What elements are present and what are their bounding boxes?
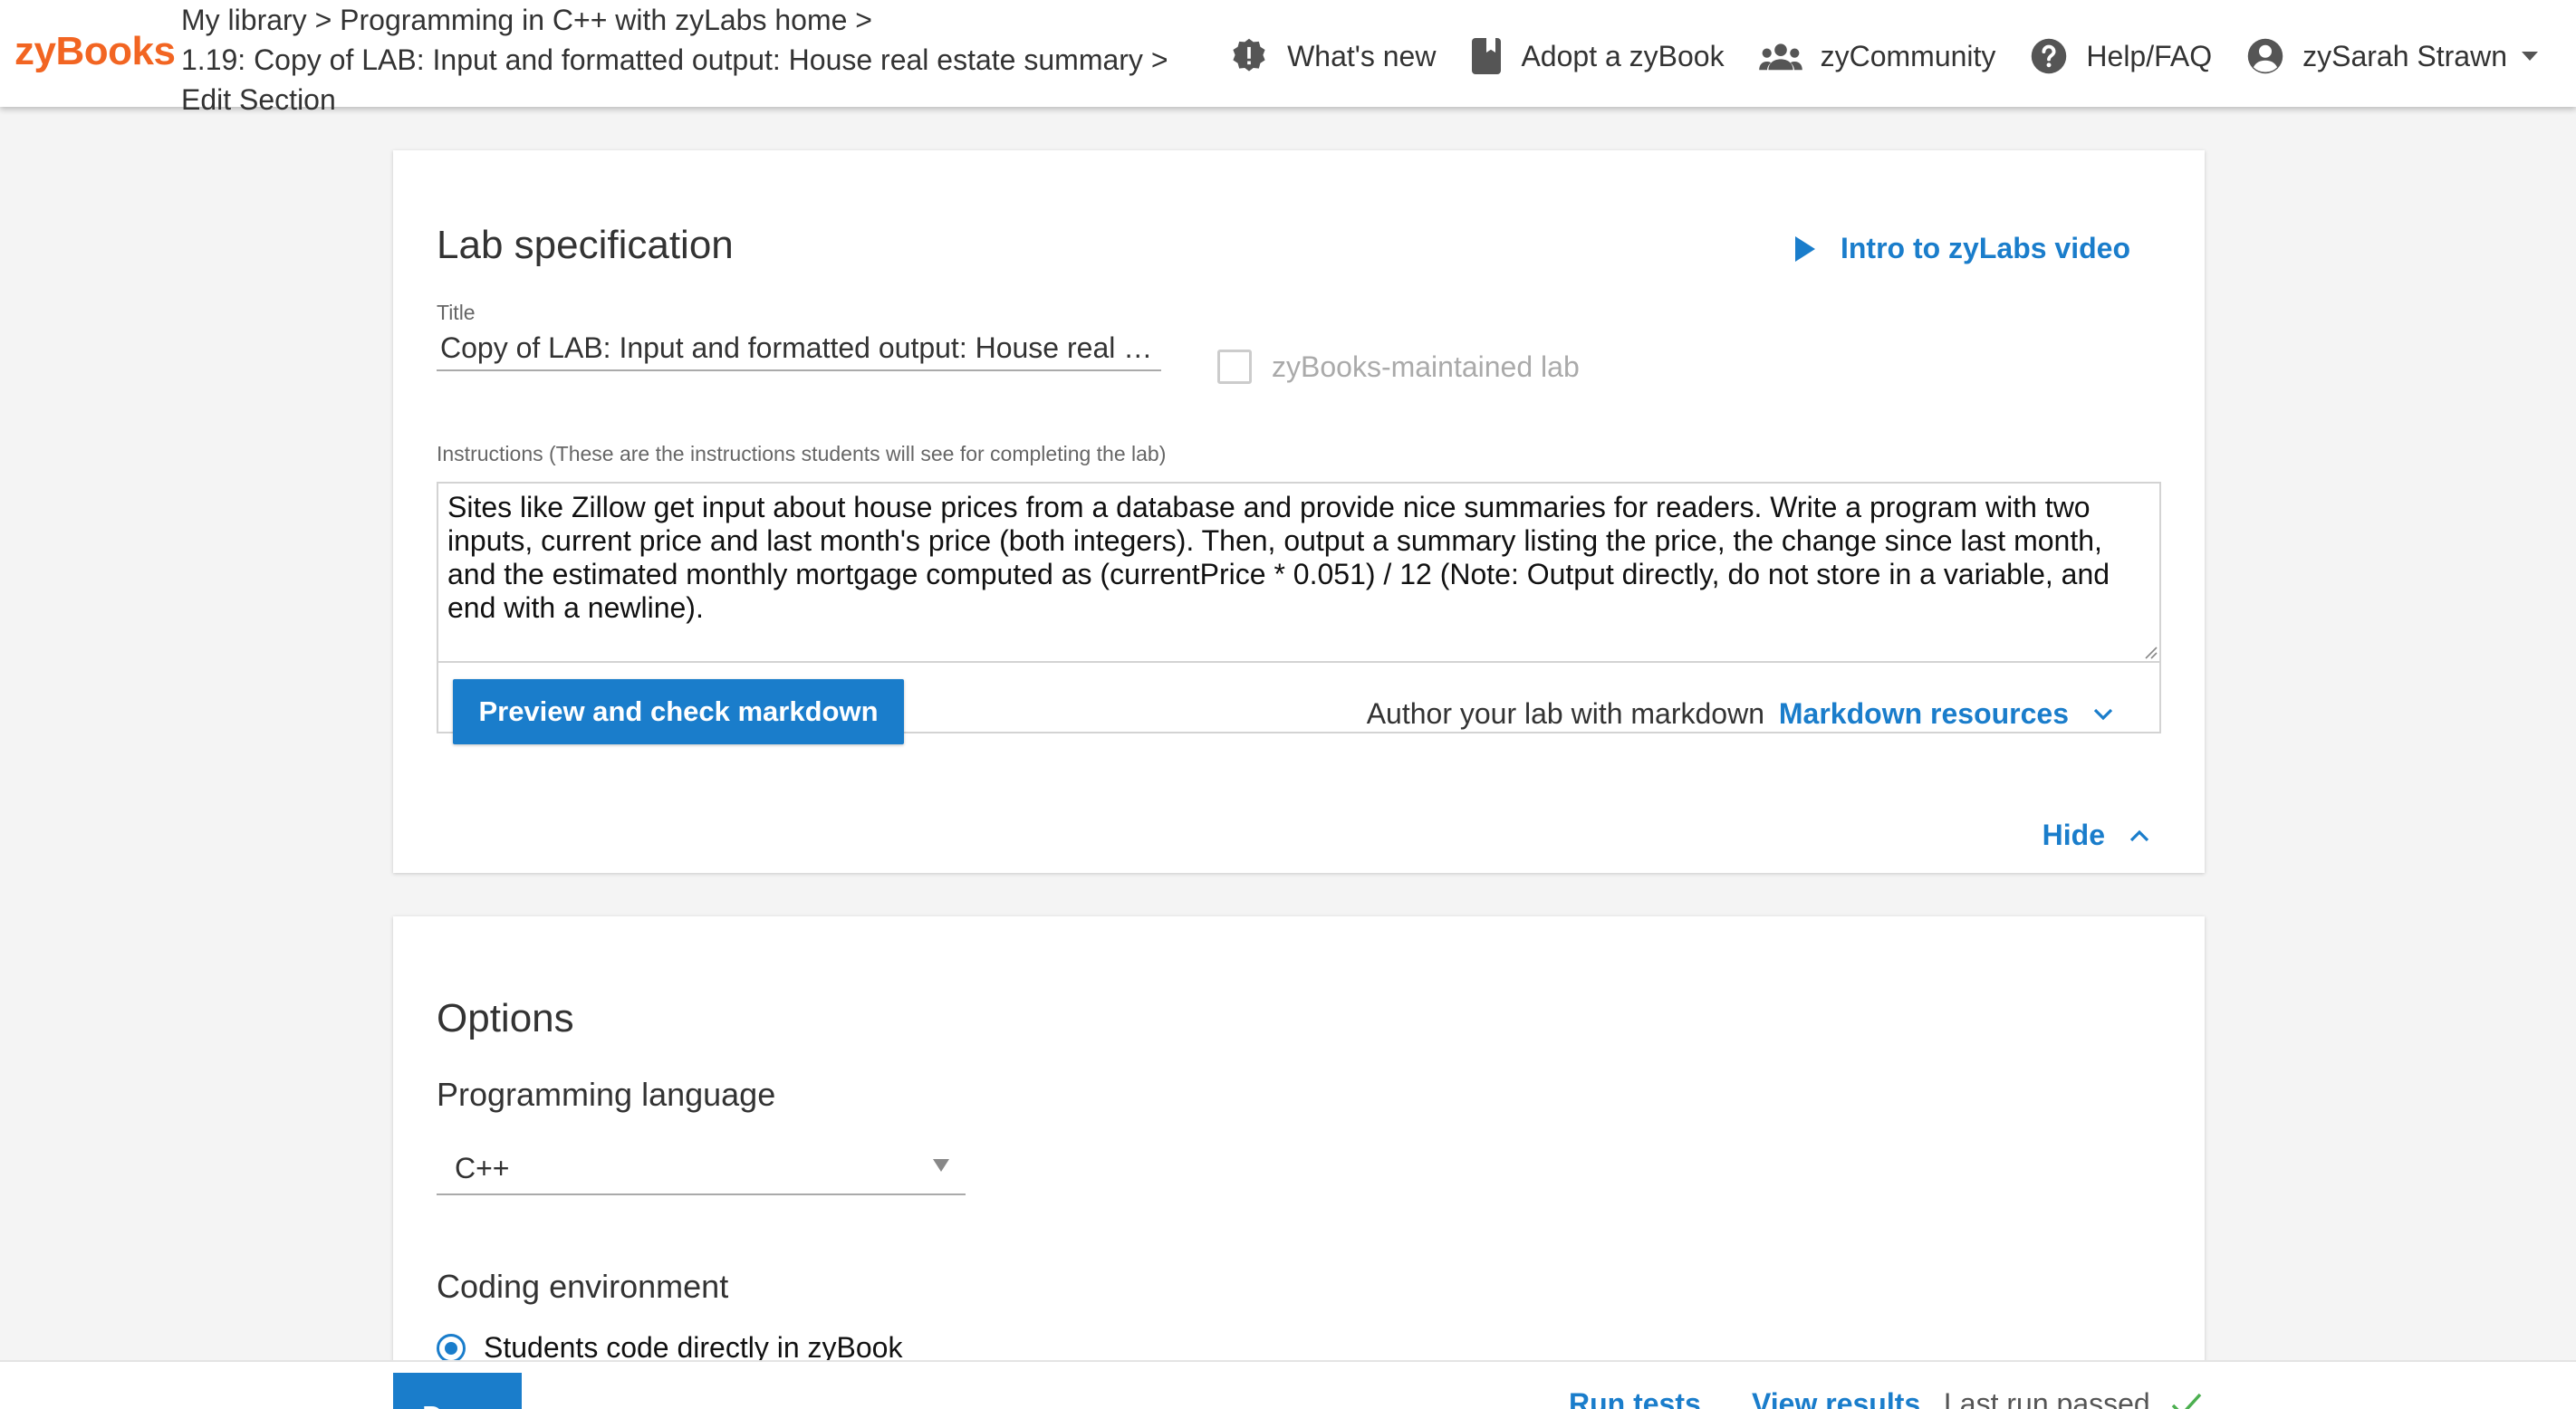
- view-results-link[interactable]: View results: [1752, 1387, 1920, 1409]
- resize-grip-icon[interactable]: [2141, 643, 2158, 659]
- instructions-editor: Sites like Zillow get input about house …: [437, 482, 2161, 744]
- programming-language-select[interactable]: C++: [437, 1143, 966, 1195]
- lab-spec-heading: Lab specification: [437, 223, 734, 267]
- breadcrumb-section[interactable]: 1.19: Copy of LAB: Input and formatted o…: [181, 40, 1168, 80]
- user-menu[interactable]: zySarah Strawn: [2246, 37, 2558, 75]
- select-arrow-icon: [933, 1159, 949, 1172]
- zycommunity-link[interactable]: zyCommunity: [1758, 39, 1996, 73]
- instructions-textarea[interactable]: Sites like Zillow get input about house …: [438, 484, 2159, 663]
- breadcrumb-library[interactable]: My library > Programming in C++ with zyL…: [181, 0, 1168, 40]
- help-faq-link[interactable]: Help/FAQ: [2030, 37, 2212, 75]
- help-circle-icon: [2032, 38, 2067, 74]
- play-icon: [1794, 235, 1815, 262]
- book-icon: [1472, 38, 1502, 74]
- instructions-label: Instructions (These are the instructions…: [437, 442, 1167, 465]
- top-nav-bar: zyBooks My library > Programming in C++ …: [0, 0, 2576, 116]
- coding-environment-label: Coding environment: [437, 1268, 729, 1305]
- zycommunity-label: zyCommunity: [1820, 39, 1996, 72]
- adopt-zybook-link[interactable]: Adopt a zyBook: [1470, 36, 1725, 76]
- checkmark-icon: [2171, 1393, 2201, 1409]
- options-card: Options Programming language C++ Coding …: [393, 916, 2205, 1409]
- zybooks-logo[interactable]: zyBooks: [14, 29, 176, 74]
- breadcrumb-current: Edit Section: [181, 83, 336, 116]
- zybooks-maintained-checkbox[interactable]: zyBooks-maintained lab: [1217, 350, 1580, 384]
- top-nav-links: What's new Adopt a zyBook zyCommunity He…: [1195, 31, 2558, 81]
- done-button[interactable]: Done: [393, 1373, 522, 1409]
- hide-label: Hide: [2042, 819, 2105, 851]
- user-name: zySarah Strawn: [2302, 39, 2507, 72]
- account-circle-icon: [2247, 38, 2283, 74]
- caret-down-icon: [2522, 52, 2538, 61]
- title-input[interactable]: Copy of LAB: Input and formatted output:…: [437, 328, 1161, 371]
- programming-language-value: C++: [455, 1152, 510, 1184]
- adopt-zybook-label: Adopt a zyBook: [1521, 39, 1725, 72]
- intro-video-link[interactable]: Intro to zyLabs video: [1794, 232, 2130, 265]
- help-faq-label: Help/FAQ: [2086, 39, 2213, 72]
- markdown-resources-label: Markdown resources: [1778, 697, 2069, 730]
- markdown-toolbar: Preview and check markdown Author your l…: [438, 663, 2159, 744]
- chevron-down-icon: [2093, 708, 2113, 720]
- intro-video-label: Intro to zyLabs video: [1840, 232, 2130, 264]
- whats-new-link[interactable]: What's new: [1229, 36, 1436, 76]
- last-run-status: Last run passed: [1944, 1387, 2203, 1409]
- chevron-up-icon: [2129, 829, 2149, 841]
- breadcrumb: My library > Programming in C++ with zyL…: [181, 0, 1168, 120]
- markdown-resources-dropdown[interactable]: Markdown resources: [1779, 697, 2114, 731]
- run-tests-link[interactable]: Run tests: [1569, 1387, 1701, 1409]
- radio-selected-icon[interactable]: [437, 1333, 466, 1363]
- alert-badge-icon: [1233, 38, 1265, 72]
- preview-markdown-button[interactable]: Preview and check markdown: [453, 679, 904, 744]
- last-run-label: Last run passed: [1944, 1387, 2150, 1409]
- zybooks-maintained-label: zyBooks-maintained lab: [1272, 350, 1580, 383]
- markdown-hint: Author your lab with markdown: [1366, 697, 1764, 730]
- bottom-action-bar: Done Run tests View results Last run pas…: [0, 1360, 2576, 1409]
- title-label: Title: [437, 301, 476, 324]
- lab-specification-card: Lab specification Intro to zyLabs video …: [393, 150, 2205, 873]
- whats-new-label: What's new: [1287, 39, 1437, 72]
- options-heading: Options: [437, 996, 574, 1040]
- hide-section-toggle[interactable]: Hide: [2043, 819, 2150, 852]
- people-group-icon: [1758, 43, 1802, 71]
- checkbox-box[interactable]: [1217, 350, 1252, 384]
- programming-language-label: Programming language: [437, 1076, 776, 1113]
